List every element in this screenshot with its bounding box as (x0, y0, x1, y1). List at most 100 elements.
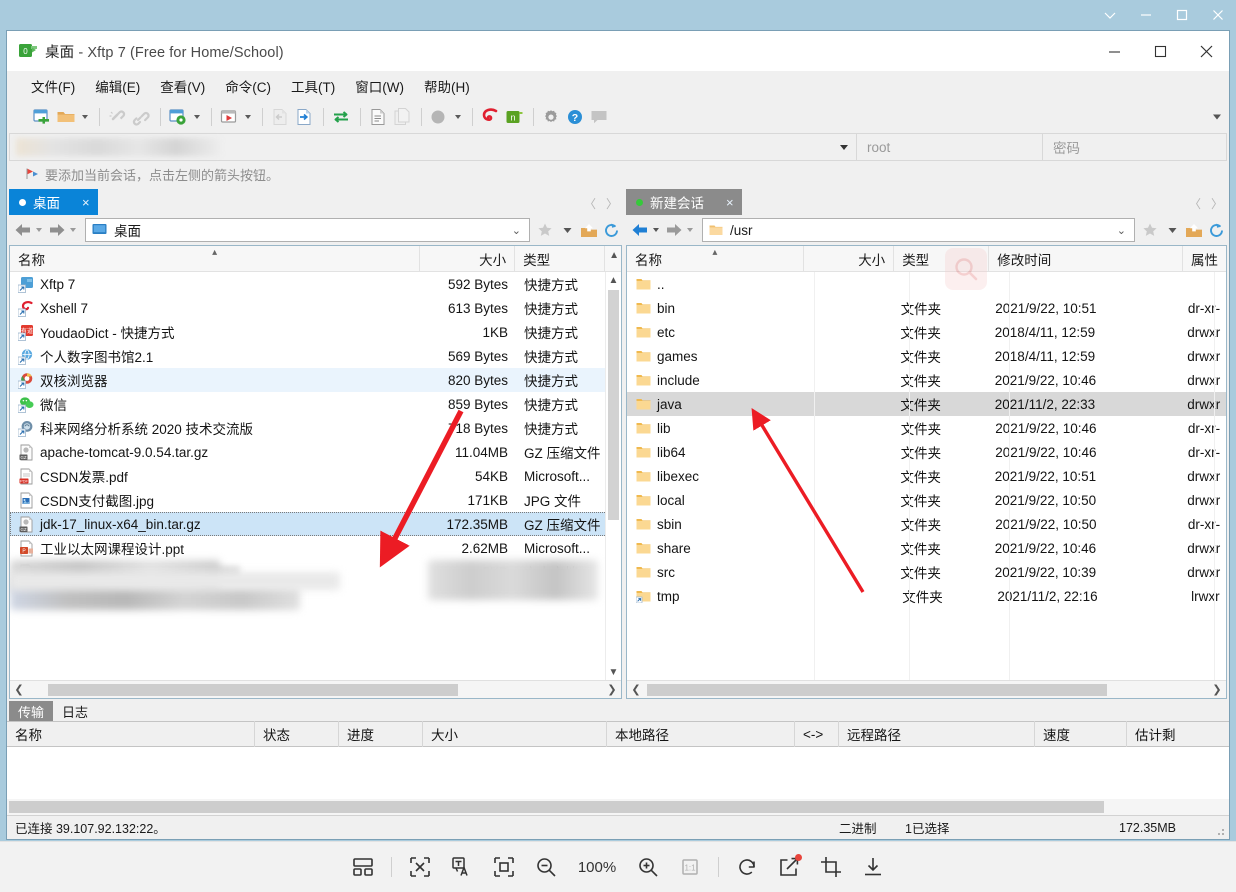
local-table-row[interactable]: PDF CSDN发票.pdf 54KB Microsoft... (10, 464, 621, 488)
help-icon[interactable]: ? (564, 106, 586, 128)
remote-table-row[interactable]: include 文件夹 2021/9/22, 10:46 drwxr (627, 368, 1226, 392)
remote-hscroll-left-icon[interactable]: ❮ (627, 683, 645, 696)
local-table-row[interactable]: 个人数字图书馆2.1 569 Bytes 快捷方式 (10, 344, 621, 368)
remote-path-input[interactable]: /usr ⌄ (702, 218, 1135, 242)
local-hscroll-right-icon[interactable]: ❯ (603, 683, 621, 696)
rotate-right-icon[interactable] (726, 846, 768, 888)
transfer-col-remote-path[interactable]: 远程路径 (839, 721, 1035, 747)
viewer-collapse-button[interactable] (1092, 0, 1128, 30)
remote-hscroll-right-icon[interactable]: ❯ (1208, 683, 1226, 696)
remote-col-size[interactable]: 大小 (804, 245, 895, 272)
window-close-button[interactable] (1183, 31, 1229, 71)
local-scroll-up-icon[interactable]: ▲ (606, 272, 621, 288)
remote-bookmark-dropdown-icon[interactable] (1161, 218, 1183, 242)
local-table-row[interactable]: GZ apache-tomcat-9.0.54.tar.gz 11.04MB GZ 压… (10, 440, 621, 464)
remote-table-row[interactable]: games 文件夹 2018/4/11, 12:59 drwxr (627, 344, 1226, 368)
menu-item-tools[interactable]: 工具(T) (281, 72, 345, 100)
layout-grid-icon[interactable] (342, 846, 384, 888)
local-back-dropdown-icon[interactable] (36, 228, 42, 232)
local-table-row[interactable]: GZ jdk-17_linux-x64_bin.tar.gz 172.35MB GZ … (10, 512, 621, 536)
menu-item-window[interactable]: 窗口(W) (345, 72, 414, 100)
remote-table-row[interactable]: .. (627, 272, 1226, 296)
remote-hscroll-track[interactable] (645, 683, 1208, 697)
password-input[interactable]: 密码 (1043, 133, 1227, 161)
menu-item-view[interactable]: 查看(V) (150, 72, 215, 100)
transfer-right-icon[interactable] (293, 106, 315, 128)
copy-path-icon[interactable] (367, 106, 389, 128)
local-table-row[interactable]: 科来网络分析系统 2020 技术交流版 718 Bytes 快捷方式 (10, 416, 621, 440)
local-bookmark-dropdown-icon[interactable] (556, 218, 578, 242)
tab-scroll-left-icon[interactable]: 〈 (1189, 195, 1201, 212)
transfer-hscroll-track[interactable] (9, 800, 1227, 814)
transfer-col-eta[interactable]: 估计剩 (1127, 721, 1229, 747)
local-path-dropdown-icon[interactable]: ⌄ (512, 224, 521, 237)
transfer-col-speed[interactable]: 速度 (1035, 721, 1127, 747)
session-properties-dropdown-icon[interactable] (191, 106, 202, 128)
open-folder-dropdown-icon[interactable] (79, 106, 90, 128)
transfer-col-status[interactable]: 状态 (255, 721, 339, 747)
tab-scroll-right-icon[interactable]: 〉 (606, 195, 618, 212)
viewer-close-button[interactable] (1200, 0, 1236, 30)
feedback-icon[interactable] (588, 106, 610, 128)
local-table-row[interactable]: Xftp 7 592 Bytes 快捷方式 (10, 272, 621, 296)
remote-table-row[interactable]: lib64 文件夹 2021/9/22, 10:46 dr-xr- (627, 440, 1226, 464)
remote-table-row[interactable]: java 文件夹 2021/11/2, 22:33 drwxr (627, 392, 1226, 416)
local-col-size[interactable]: 大小 (420, 245, 516, 272)
open-folder-icon[interactable] (55, 106, 77, 128)
viewer-maximize-button[interactable] (1164, 0, 1200, 30)
local-scroll-down-icon[interactable]: ▼ (606, 664, 621, 680)
crop-icon[interactable] (810, 846, 852, 888)
remote-refresh-icon[interactable] (1205, 218, 1227, 242)
local-hscroll-left-icon[interactable]: ❮ (10, 683, 28, 696)
remote-table-row[interactable]: libexec 文件夹 2021/9/22, 10:51 drwxr (627, 464, 1226, 488)
local-table-row[interactable]: 有道 YoudaoDict - 快捷方式 1KB 快捷方式 (10, 320, 621, 344)
local-header-scroll-up-icon[interactable]: ▲ (609, 250, 619, 261)
remote-forward-dropdown-icon[interactable] (687, 228, 693, 232)
remote-tab-new-session[interactable]: 新建会话 × (626, 189, 742, 215)
local-col-type[interactable]: 类型 (515, 245, 605, 272)
remote-table-row[interactable]: src 文件夹 2021/9/22, 10:39 drwxr (627, 560, 1226, 584)
zoom-in-icon[interactable] (627, 846, 669, 888)
remote-col-name[interactable]: 名称 ▴ (627, 245, 804, 272)
zoom-out-icon[interactable] (525, 846, 567, 888)
tab-scroll-left-icon[interactable]: 〈 (584, 195, 596, 212)
local-path-input[interactable]: 桌面 ⌄ (85, 218, 530, 242)
local-forward-dropdown-icon[interactable] (70, 228, 76, 232)
local-table-row[interactable]: Xshell 7 613 Bytes 快捷方式 (10, 296, 621, 320)
remote-tab-close-icon[interactable]: × (726, 195, 734, 210)
transfer-col-name[interactable]: 名称 (7, 721, 255, 747)
translate-icon[interactable] (441, 846, 483, 888)
local-back-icon[interactable] (13, 222, 33, 238)
remote-home-icon[interactable] (1183, 218, 1205, 242)
remote-table-row[interactable]: lib 文件夹 2021/9/22, 10:46 dr-xr- (627, 416, 1226, 440)
remote-col-modified[interactable]: 修改时间 (989, 245, 1183, 272)
edit-icon[interactable] (768, 846, 810, 888)
transfer-mode-dropdown-icon[interactable] (452, 106, 463, 128)
toolbar-overflow-icon[interactable] (1213, 114, 1221, 120)
local-list-body[interactable]: Xftp 7 592 Bytes 快捷方式 Xshell 7 613 Bytes 快捷方式… (10, 272, 621, 680)
local-table-row[interactable]: P 工业以太网课程设计.ppt 2.62MB Microsoft... (10, 536, 621, 560)
remote-col-attr[interactable]: 属性 (1183, 246, 1226, 272)
remote-hscroll-thumb[interactable] (647, 683, 1107, 696)
actual-size-icon[interactable]: 1:1 (669, 846, 711, 888)
transfer-mode-icon[interactable] (428, 106, 450, 128)
remote-path-dropdown-icon[interactable]: ⌄ (1117, 224, 1126, 237)
local-col-name[interactable]: 名称 ▴ (10, 245, 421, 272)
transfer-horizontal-scrollbar[interactable] (7, 799, 1229, 815)
local-scroll-thumb[interactable] (608, 290, 619, 520)
tab-scroll-right-icon[interactable]: 〉 (1211, 195, 1223, 212)
local-vertical-scrollbar[interactable]: ▲ ▼ (605, 272, 621, 680)
xshell-icon[interactable] (479, 106, 501, 128)
tab-transfer[interactable]: 传输 (9, 701, 54, 721)
local-refresh-icon[interactable] (600, 218, 622, 242)
tab-log[interactable]: 日志 (53, 701, 97, 721)
username-input[interactable]: root (857, 133, 1043, 161)
local-table-row[interactable]: CSDN支付截图.jpg 171KB JPG 文件 (10, 488, 621, 512)
transfer-list-body[interactable] (7, 747, 1229, 799)
local-table-row[interactable]: 微信 859 Bytes 快捷方式 (10, 392, 621, 416)
window-maximize-button[interactable] (1137, 31, 1183, 71)
transfer-col-direction[interactable]: <-> (795, 721, 839, 747)
remote-table-row[interactable]: local 文件夹 2021/9/22, 10:50 drwxr (627, 488, 1226, 512)
new-session-icon[interactable] (31, 106, 53, 128)
local-home-icon[interactable] (578, 218, 600, 242)
